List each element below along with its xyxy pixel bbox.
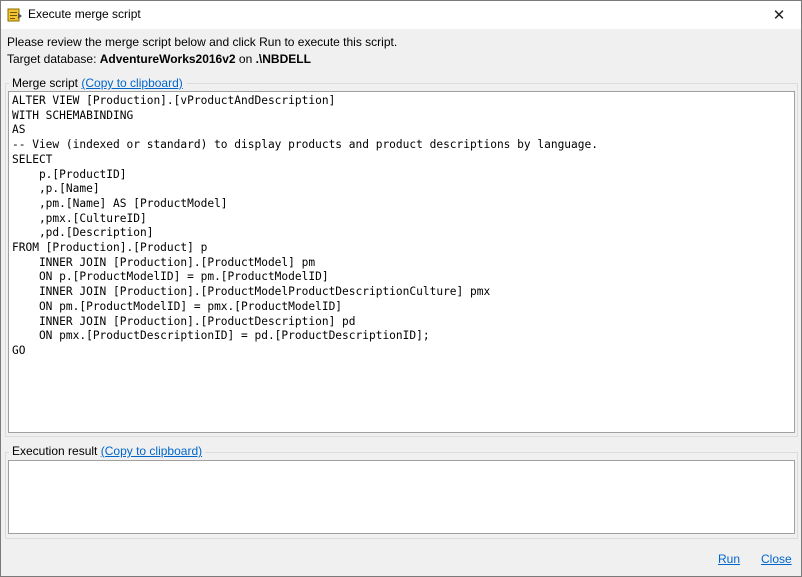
execution-result-textarea[interactable] xyxy=(8,460,795,534)
run-button[interactable]: Run xyxy=(718,552,740,566)
window-title: Execute merge script xyxy=(28,7,141,21)
merge-script-label: Merge script xyxy=(12,76,79,90)
merge-script-textarea[interactable]: ALTER VIEW [Production].[vProductAndDesc… xyxy=(8,91,795,433)
execution-result-label: Execution result xyxy=(12,444,98,458)
target-server-name: .\NBDELL xyxy=(255,52,311,66)
close-button[interactable]: Close xyxy=(761,552,792,566)
target-prefix: Target database: xyxy=(7,52,100,66)
target-database-name: AdventureWorks2016v2 xyxy=(99,52,236,66)
merge-script-header: Merge script (Copy to clipboard) xyxy=(9,76,186,90)
execute-merge-script-dialog: Execute merge script ✕ Please review the… xyxy=(0,0,802,577)
script-icon xyxy=(7,7,23,23)
title-bar: Execute merge script ✕ xyxy=(1,1,801,29)
execution-result-text xyxy=(9,461,794,465)
merge-script-code: ALTER VIEW [Production].[vProductAndDesc… xyxy=(12,94,598,357)
copy-result-link[interactable]: (Copy to clipboard) xyxy=(101,444,202,458)
execution-result-header: Execution result (Copy to clipboard) xyxy=(9,444,206,458)
close-icon[interactable]: ✕ xyxy=(757,1,801,29)
target-on-word: on xyxy=(235,52,256,66)
copy-script-link[interactable]: (Copy to clipboard) xyxy=(81,76,182,90)
target-database-line: Target database: AdventureWorks2016v2 on… xyxy=(7,52,311,66)
instructions-text: Please review the merge script below and… xyxy=(7,35,398,49)
